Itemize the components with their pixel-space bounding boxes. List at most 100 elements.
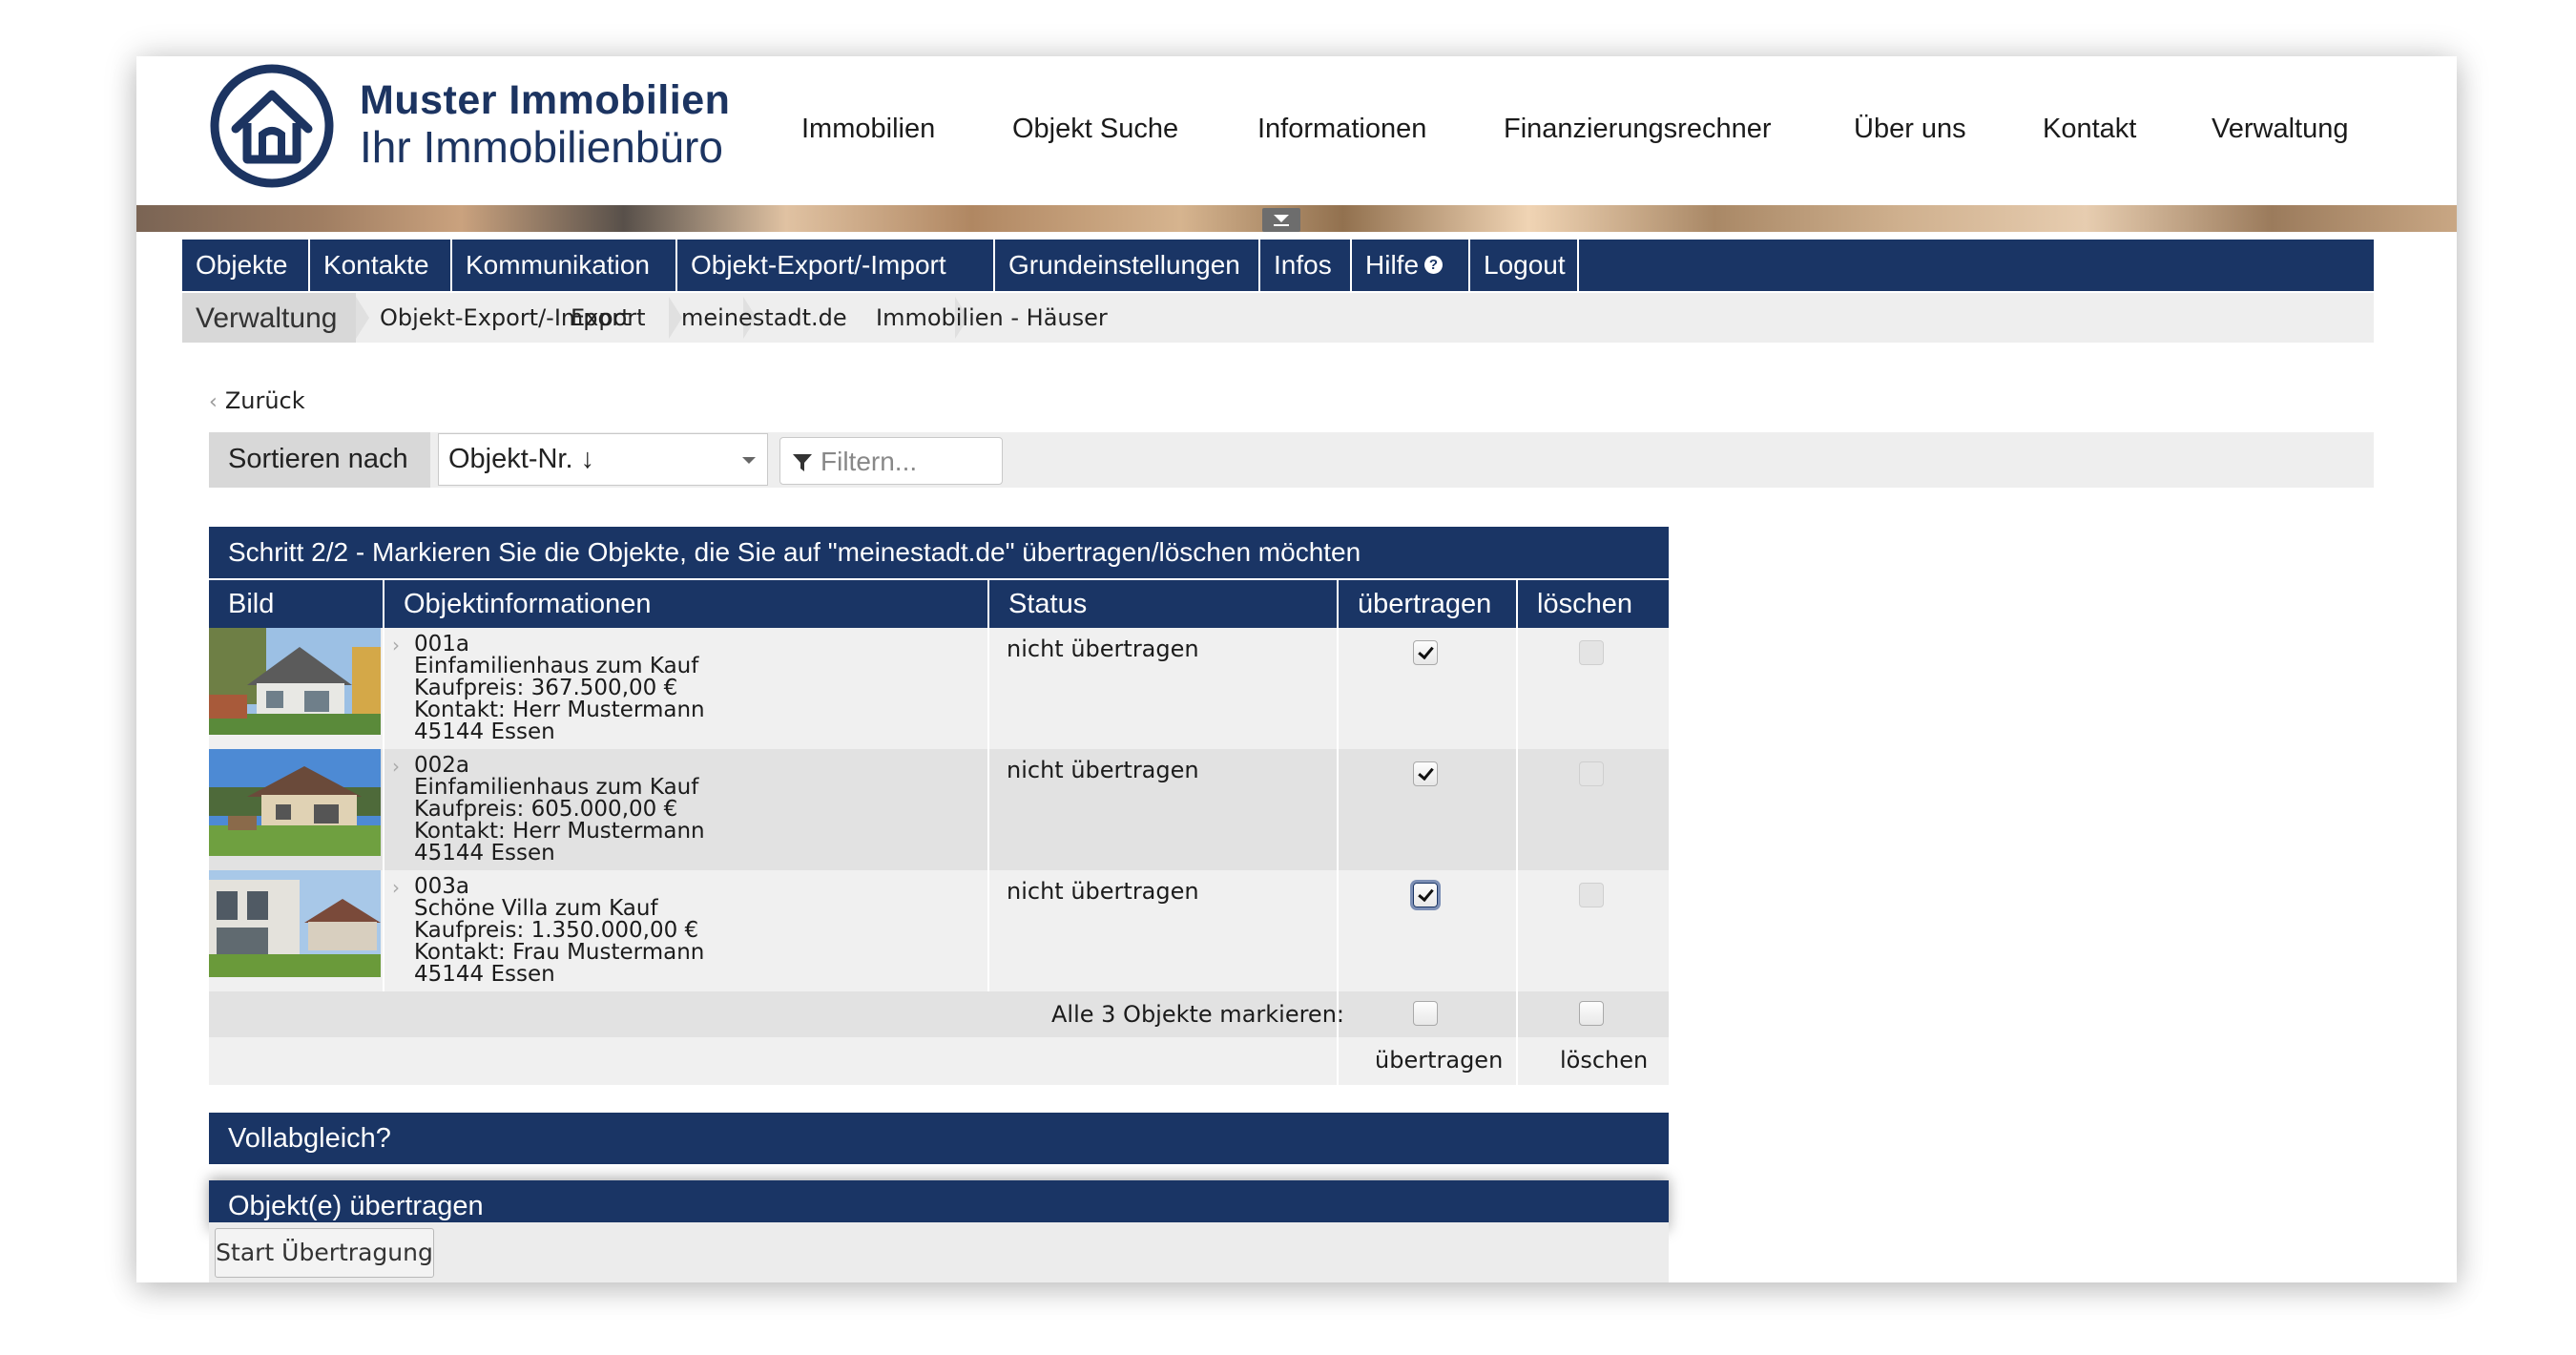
topnav-immobilien[interactable]: Immobilien — [801, 114, 935, 145]
nav-kommunikation[interactable]: Kommunikation — [452, 240, 677, 291]
nav-objekte[interactable]: Objekte — [182, 240, 310, 291]
transfer-checkbox[interactable] — [1413, 640, 1438, 665]
table-header: Bild Objektinformationen Status übertrag… — [209, 578, 1669, 628]
breadcrumb-export[interactable]: Export — [571, 304, 646, 331]
delete-checkbox[interactable] — [1579, 883, 1604, 907]
mark-all-label: Alle 3 Objekte markieren: — [1051, 1001, 1344, 1028]
mark-all-delete-checkbox[interactable] — [1579, 1001, 1604, 1026]
object-type: Einfamilienhaus zum Kauf — [414, 654, 699, 678]
chevron-left-icon: ‹ — [209, 390, 218, 414]
transfer-actions: Start Übertragung — [209, 1222, 1669, 1282]
column-divider — [987, 749, 989, 870]
object-status: nicht übertragen — [1007, 878, 1199, 905]
filter-field[interactable] — [779, 437, 1003, 485]
object-contact: Kontakt: Herr Mustermann — [414, 698, 705, 722]
collapse-banner-icon[interactable] — [1262, 208, 1300, 232]
object-type: Einfamilienhaus zum Kauf — [414, 775, 699, 800]
object-id: 002a — [414, 753, 469, 778]
topnav-finanzierungsrechner[interactable]: Finanzierungsrechner — [1504, 114, 1771, 145]
column-divider — [1516, 628, 1518, 749]
header-uebertragen: übertragen — [1337, 580, 1516, 628]
start-transfer-button[interactable]: Start Übertragung — [215, 1228, 434, 1278]
browser-page: Muster Immobilien Ihr Immobilienbüro Imm… — [136, 56, 2457, 1282]
header-objektinformationen: Objektinformationen — [383, 580, 987, 628]
property-photo[interactable] — [209, 870, 381, 977]
topnav-objekt-suche[interactable]: Objekt Suche — [1012, 114, 1178, 145]
caret-down-icon — [742, 457, 756, 464]
column-divider — [1516, 1037, 1518, 1085]
export-table: Schritt 2/2 - Markieren Sie die Objekte,… — [209, 527, 1669, 1085]
header-bild: Bild — [228, 589, 275, 619]
footer-loeschen: löschen — [1560, 1047, 1649, 1074]
column-divider — [1337, 749, 1339, 870]
breadcrumb-verwaltung[interactable]: Verwaltung — [182, 293, 356, 343]
top-navigation: Immobilien Objekt Suche Informationen Fi… — [136, 114, 2457, 152]
object-city: 45144 Essen — [414, 962, 555, 987]
column-divider — [1516, 870, 1518, 991]
back-link[interactable]: ‹ Zurück — [209, 387, 305, 414]
nav-infos[interactable]: Infos — [1260, 240, 1352, 291]
column-divider — [383, 749, 384, 870]
delete-checkbox[interactable] — [1579, 640, 1604, 665]
object-status: nicht übertragen — [1007, 757, 1199, 783]
table-row: › 003a Schöne Villa zum Kauf Kaufpreis: … — [209, 870, 1669, 991]
nav-hilfe[interactable]: Hilfe? — [1352, 240, 1470, 291]
topnav-kontakt[interactable]: Kontakt — [2043, 114, 2136, 145]
header-loeschen: löschen — [1516, 580, 1669, 628]
topnav-informationen[interactable]: Informationen — [1257, 114, 1426, 145]
object-contact: Kontakt: Herr Mustermann — [414, 819, 705, 844]
filter-icon — [793, 454, 812, 471]
column-divider — [1337, 870, 1339, 991]
mark-all-row: Alle 3 Objekte markieren: — [209, 991, 1669, 1037]
object-price: Kaufpreis: 367.500,00 € — [414, 676, 678, 700]
help-icon: ? — [1424, 256, 1444, 275]
table-row: › 001a Einfamilienhaus zum Kauf Kaufprei… — [209, 628, 1669, 749]
column-divider — [383, 870, 384, 991]
mark-all-transfer-checkbox[interactable] — [1413, 1001, 1438, 1026]
table-title: Schritt 2/2 - Markieren Sie die Objekte,… — [209, 527, 1669, 578]
nav-grundeinstellungen[interactable]: Grundeinstellungen — [995, 240, 1260, 291]
object-price: Kaufpreis: 1.350.000,00 € — [414, 918, 699, 943]
transfer-checkbox[interactable] — [1413, 761, 1438, 786]
nav-logout[interactable]: Logout — [1470, 240, 1579, 291]
property-photo[interactable] — [209, 628, 381, 735]
site-header: Muster Immobilien Ihr Immobilienbüro Imm… — [136, 56, 2457, 205]
admin-navigation: Objekte Kontakte Kommunikation Objekt-Ex… — [182, 240, 2374, 291]
object-contact: Kontakt: Frau Mustermann — [414, 940, 705, 965]
object-id: 003a — [414, 874, 469, 899]
object-info[interactable]: 001a Einfamilienhaus zum Kauf Kaufpreis:… — [414, 634, 705, 743]
nav-hilfe-label: Hilfe — [1365, 250, 1420, 280]
transfer-checkbox[interactable] — [1413, 883, 1438, 907]
breadcrumb-separator — [356, 297, 377, 339]
breadcrumb-meinestadt[interactable]: meinestadt.de — [681, 304, 847, 331]
object-info[interactable]: 003a Schöne Villa zum Kauf Kaufpreis: 1.… — [414, 876, 704, 986]
topnav-ueber-uns[interactable]: Über uns — [1854, 114, 1966, 145]
topnav-verwaltung[interactable]: Verwaltung — [2212, 114, 2349, 145]
object-id: 001a — [414, 632, 469, 657]
breadcrumb: Verwaltung Objekt-Export/-Import Export … — [182, 293, 2374, 343]
breadcrumb-verwaltung-label: Verwaltung — [196, 302, 338, 334]
sort-label: Sortieren nach — [209, 432, 430, 488]
column-divider — [1337, 991, 1339, 1037]
nav-objekt-export-import[interactable]: Objekt-Export/-Import — [677, 240, 995, 291]
object-type: Schöne Villa zum Kauf — [414, 896, 658, 921]
chevron-right-icon: › — [392, 755, 400, 778]
column-divider — [1516, 749, 1518, 870]
property-photo[interactable] — [209, 749, 381, 856]
column-divider — [383, 628, 384, 749]
object-info[interactable]: 002a Einfamilienhaus zum Kauf Kaufpreis:… — [414, 755, 705, 865]
object-price: Kaufpreis: 605.000,00 € — [414, 797, 678, 822]
delete-checkbox[interactable] — [1579, 761, 1604, 786]
column-divider — [987, 870, 989, 991]
breadcrumb-immobilien-haeuser: Immobilien - Häuser — [876, 304, 1108, 331]
object-city: 45144 Essen — [414, 719, 555, 744]
section-vollabgleich: Vollabgleich? — [209, 1113, 1669, 1164]
nav-kontakte[interactable]: Kontakte — [310, 240, 452, 291]
filter-input[interactable] — [819, 444, 994, 480]
column-divider — [1516, 991, 1518, 1037]
column-divider — [1337, 628, 1339, 749]
object-city: 45144 Essen — [414, 841, 555, 865]
sort-select[interactable]: Objekt-Nr. ↓ — [438, 433, 768, 486]
back-label: Zurück — [224, 387, 305, 414]
object-status: nicht übertragen — [1007, 636, 1199, 662]
